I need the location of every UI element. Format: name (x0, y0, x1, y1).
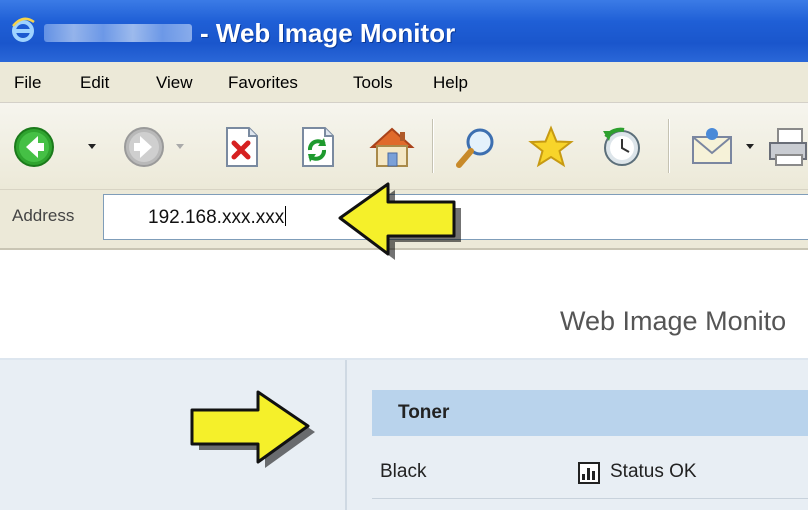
menu-view[interactable]: View (156, 73, 193, 93)
ie-logo-icon (12, 17, 35, 42)
home-icon (369, 127, 415, 167)
toner-status-text: Status OK (610, 461, 697, 482)
row-divider (372, 498, 808, 499)
address-value: 192.168.xxx.xxx (148, 206, 287, 228)
back-dropdown-icon[interactable] (88, 144, 96, 149)
print-icon (769, 128, 807, 166)
history-icon (603, 127, 640, 166)
home-button[interactable] (368, 125, 416, 169)
menu-favorites[interactable]: Favorites (228, 73, 298, 93)
favorites-button[interactable] (528, 125, 574, 169)
mail-button[interactable] (690, 125, 736, 169)
mail-dropdown-icon[interactable] (746, 144, 754, 149)
stop-icon (226, 127, 258, 167)
highlight-arrow-left-icon (338, 182, 461, 260)
page-heading: Web Image Monito (560, 306, 787, 336)
menu-help[interactable]: Help (433, 73, 468, 93)
print-button[interactable] (766, 125, 808, 169)
history-button[interactable] (600, 125, 644, 169)
toolbar-separator (668, 119, 669, 173)
menu-edit[interactable]: Edit (80, 73, 109, 93)
highlight-arrow-right-icon (190, 390, 315, 468)
search-icon (456, 128, 494, 168)
window-title: - Web Image Monitor (200, 18, 456, 48)
toner-section-header: Toner (372, 390, 808, 436)
toner-black-label: Black (380, 461, 427, 482)
stop-button[interactable] (221, 125, 261, 169)
forward-dropdown-icon[interactable] (176, 144, 184, 149)
menu-tools[interactable]: Tools (353, 73, 393, 93)
address-label: Address (12, 206, 75, 225)
back-icon (14, 127, 54, 167)
menu-bar: File Edit View Favorites Tools Help (0, 62, 808, 103)
refresh-button[interactable] (297, 125, 337, 169)
text-caret (285, 206, 287, 226)
forward-button[interactable] (122, 125, 166, 169)
menu-file[interactable]: File (14, 73, 41, 93)
refresh-icon (302, 127, 334, 167)
blurred-hostname (44, 24, 192, 42)
mail-icon (692, 128, 732, 164)
title-bar: - Web Image Monitor (0, 0, 808, 62)
favorites-icon (528, 125, 574, 168)
forward-icon (124, 127, 164, 167)
toner-level-icon (578, 462, 600, 484)
toner-title: Toner (398, 402, 450, 423)
back-button[interactable] (12, 125, 56, 169)
toolbar (0, 103, 808, 190)
search-button[interactable] (454, 125, 498, 169)
toolbar-separator (432, 119, 433, 173)
